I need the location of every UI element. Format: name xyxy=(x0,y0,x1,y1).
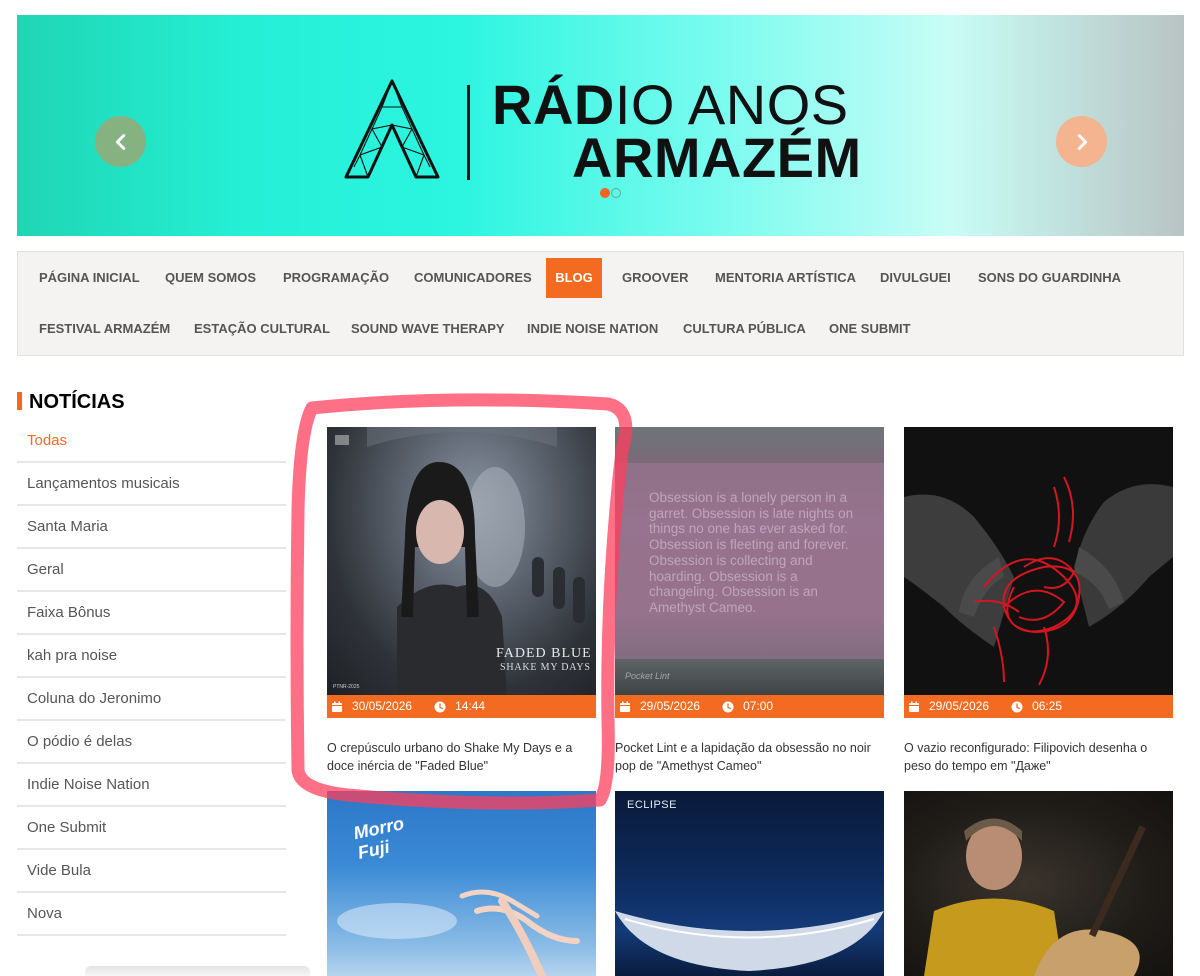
cover-text: Obsession is a lonely person in a garret… xyxy=(649,490,854,615)
category-coluna-do-jeronimo[interactable]: Coluna do Jeronimo xyxy=(17,678,286,721)
nav-item-programacao[interactable]: PROGRAMAÇÃO xyxy=(276,258,396,298)
category-kah-pra-noise[interactable]: kah pra noise xyxy=(17,635,286,678)
post-date: 29/05/2026 xyxy=(929,699,990,713)
cover-art-guitarist xyxy=(924,818,1146,976)
nav-item-comunicadores[interactable]: COMUNICADORES xyxy=(407,258,539,298)
post-card[interactable] xyxy=(904,791,1173,976)
calendar-icon xyxy=(620,701,630,712)
post-time: 06:25 xyxy=(1032,699,1063,713)
category-geral[interactable]: Geral xyxy=(17,549,286,592)
category-nova[interactable]: Nova xyxy=(17,893,286,936)
scroll-shadow xyxy=(85,966,310,976)
cover-small-text: PTNR-2025 xyxy=(333,684,360,690)
nav-item-quem-somos[interactable]: QUEM SOMOS xyxy=(158,258,263,298)
post-title-link[interactable]: O crepúsculo urbano do Shake My Days e a… xyxy=(327,739,596,775)
category-todas[interactable]: Todas xyxy=(17,420,286,463)
post-time: 14:44 xyxy=(455,699,486,713)
sidebar-title: NOTÍCIAS xyxy=(29,391,125,413)
cover-title: FADED BLUE xyxy=(496,646,592,661)
post-thumbnail[interactable] xyxy=(904,791,1173,976)
post-date: 30/05/2026 xyxy=(352,699,413,713)
clock-icon xyxy=(722,701,734,712)
post-thumbnail[interactable]: Obsession is a lonely person in a garret… xyxy=(615,427,884,695)
chevron-right-icon xyxy=(1077,133,1087,150)
nav-item-pagina-inicial[interactable]: PÁGINA INICIAL xyxy=(32,258,147,298)
logo-divider xyxy=(467,85,470,180)
slider-prev-button[interactable] xyxy=(95,116,146,167)
post-card[interactable]: Morro Fuji xyxy=(327,791,596,976)
post-time: 07:00 xyxy=(743,699,774,713)
category-list: Todas Lançamentos musicais Santa Maria G… xyxy=(17,420,286,936)
category-one-submit[interactable]: One Submit xyxy=(17,807,286,850)
slider-next-button[interactable] xyxy=(1056,116,1107,167)
post-date: 29/05/2026 xyxy=(640,699,701,713)
hero-banner-slider: RÁDIO ANOS ARMAZÉM xyxy=(17,15,1184,236)
nav-item-mentoria-artistica[interactable]: MENTORIA ARTÍSTICA xyxy=(708,258,863,298)
category-o-podio-e-delas[interactable]: O pódio é delas xyxy=(17,721,286,764)
nav-item-sound-wave-therapy[interactable]: SOUND WAVE THERAPY xyxy=(344,309,512,349)
cover-art-hands xyxy=(904,476,1173,686)
slider-dot-1[interactable] xyxy=(600,188,610,198)
clock-icon xyxy=(1011,701,1023,712)
nav-item-divulguei[interactable]: DIVULGUEI xyxy=(873,258,958,298)
post-card[interactable]: ECLIPSE xyxy=(615,791,884,976)
cover-small-text: Pocket Lint xyxy=(625,671,670,681)
category-vide-bula[interactable]: Vide Bula xyxy=(17,850,286,893)
nav-item-indie-noise-nation[interactable]: INDIE NOISE NATION xyxy=(520,309,665,349)
post-meta: 29/05/2026 06:25 xyxy=(904,695,1173,718)
nav-item-blog[interactable]: BLOG xyxy=(546,258,602,298)
calendar-icon xyxy=(332,701,342,712)
chevron-left-icon xyxy=(115,133,125,150)
post-meta: 29/05/2026 07:00 xyxy=(615,695,884,718)
calendar-icon xyxy=(909,701,919,712)
category-faixa-bonus[interactable]: Faixa Bônus xyxy=(17,592,286,635)
post-thumbnail[interactable]: Morro Fuji xyxy=(327,791,596,976)
slider-dots xyxy=(600,188,621,198)
cover-subtitle: SHAKE MY DAYS xyxy=(500,662,591,673)
post-title-link[interactable]: O vazio reconfigurado: Filipovich desenh… xyxy=(904,739,1173,775)
post-title-link[interactable]: Pocket Lint e a lapidação da obsessão no… xyxy=(615,739,884,775)
nav-item-sons-do-guardinha[interactable]: SONS DO GUARDINHA xyxy=(971,258,1128,298)
nav-item-festival-armazem[interactable]: FESTIVAL ARMAZÉM xyxy=(32,309,177,349)
post-thumbnail[interactable]: ECLIPSE xyxy=(615,791,884,976)
cover-title: ECLIPSE xyxy=(627,799,677,811)
clock-icon xyxy=(434,701,446,712)
logo-mark-a-icon xyxy=(344,79,440,179)
category-indie-noise-nation[interactable]: Indie Noise Nation xyxy=(17,764,286,807)
nav-item-estacao-cultural[interactable]: ESTAÇÃO CULTURAL xyxy=(187,309,337,349)
main-navigation: PÁGINA INICIAL QUEM SOMOS PROGRAMAÇÃO CO… xyxy=(17,251,1184,356)
post-card[interactable]: 29/05/2026 06:25 O vazio reconfigurado: … xyxy=(904,427,1173,775)
nav-item-cultura-publica[interactable]: CULTURA PÚBLICA xyxy=(676,309,813,349)
post-thumbnail[interactable] xyxy=(904,427,1173,695)
post-meta: 30/05/2026 14:44 xyxy=(327,695,596,718)
nav-item-one-submit[interactable]: ONE SUBMIT xyxy=(822,309,918,349)
post-card[interactable]: FADED BLUE SHAKE MY DAYS PTNR-2025 30/05… xyxy=(327,427,596,775)
grid-separator xyxy=(620,404,1080,406)
slider-dot-2[interactable] xyxy=(611,188,621,198)
post-card[interactable]: Obsession is a lonely person in a garret… xyxy=(615,427,884,775)
logo-title-line2: ARMAZÉM xyxy=(572,126,862,189)
category-santa-maria[interactable]: Santa Maria xyxy=(17,506,286,549)
cover-art-morro-fuji xyxy=(337,889,580,976)
nav-item-groover[interactable]: GROOVER xyxy=(615,258,695,298)
post-thumbnail[interactable]: FADED BLUE SHAKE MY DAYS PTNR-2025 xyxy=(327,427,596,695)
cover-art-eclipse xyxy=(615,911,884,971)
sidebar-title-accent xyxy=(17,392,22,410)
category-lancamentos-musicais[interactable]: Lançamentos musicais xyxy=(17,463,286,506)
